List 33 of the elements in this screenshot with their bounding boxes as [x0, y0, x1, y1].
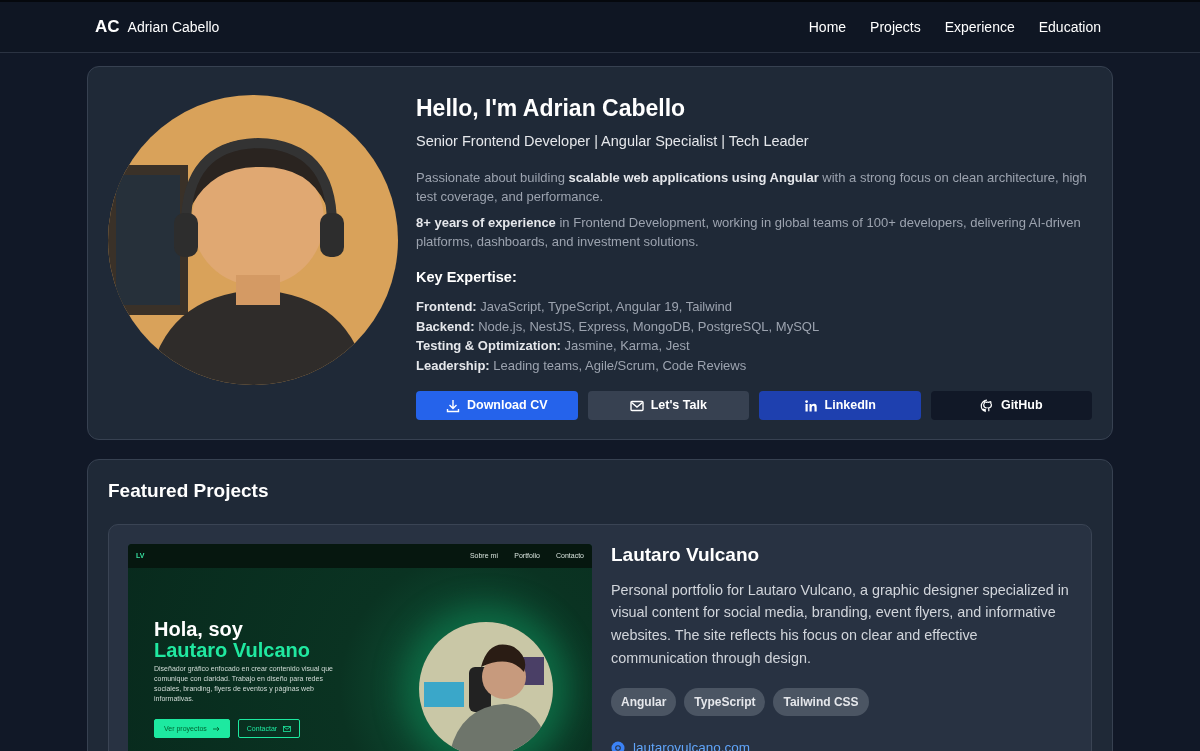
- nav-link[interactable]: Experience: [944, 16, 1015, 38]
- button[interactable]: LinkedIn: [759, 391, 921, 421]
- website-link[interactable]: lautarovulcano.com: [633, 737, 751, 751]
- project-title: Lautaro Vulcano: [611, 543, 761, 567]
- expertise-line: Frontend: JavaScript, TypeScript, Angular 19, Tailwind: [416, 298, 733, 317]
- nav-link[interactable]: Home: [808, 16, 847, 38]
- hero-title: Hello, I'm Adrian Cabello: [416, 95, 687, 123]
- paragraph: Passionate about building scalable web applications using Angular with a strong focus on clean architecture, high test coverage, and performance.: [416, 169, 1088, 207]
- button[interactable]: Let's Talk: [587, 391, 749, 421]
- tech-tag: TypeScript: [684, 687, 766, 716]
- hero-subtitle: Senior Frontend Developer | Angular Specialist | Tech Leader: [416, 131, 810, 151]
- project-description: Personal portfolio for Lautaro Vulcano, a graphic designer specialized in visual content for social media, branding, event flyers, and informative websites. The site reflects his focus on clear and effective communication through design.: [611, 580, 1070, 668]
- nav-link[interactable]: Education: [1038, 16, 1101, 38]
- expertise-line: Testing & Optimization: Jasmine, Karma, Jest: [416, 337, 691, 356]
- tech-tag: Angular: [611, 687, 677, 716]
- mail-icon: [629, 398, 644, 413]
- preview-name: Lautaro Vulcano: [154, 640, 311, 662]
- section-title: Featured Projects: [108, 480, 270, 503]
- preview-greeting: Hola, soy: [154, 619, 244, 641]
- button[interactable]: GitHub: [930, 391, 1092, 421]
- expertise-line: Leadership: Leading teams, Agile/Scrum, Code Reviews: [416, 356, 748, 375]
- button[interactable]: Download CV: [416, 391, 578, 421]
- brand-name[interactable]: Adrian Cabello: [127, 16, 220, 38]
- in-icon: [803, 398, 818, 413]
- mail-icon: [283, 725, 292, 732]
- tech-tag: Tailwind CSS: [773, 687, 869, 716]
- logo[interactable]: AC: [95, 14, 120, 40]
- arrow-icon: [212, 725, 220, 732]
- expertise-line: Backend: Node.js, NestJS, Express, MongoDB, PostgreSQL, MySQL: [416, 317, 821, 336]
- download-icon: [445, 398, 460, 413]
- section-heading: Key Expertise:: [416, 268, 518, 288]
- paragraph: 8+ years of experience in Frontend Development, working in global teams of 100+ developers, delivering AI-driven platforms, dashboards, and investment solutions.: [416, 214, 1082, 252]
- nav-link[interactable]: Projects: [870, 16, 921, 38]
